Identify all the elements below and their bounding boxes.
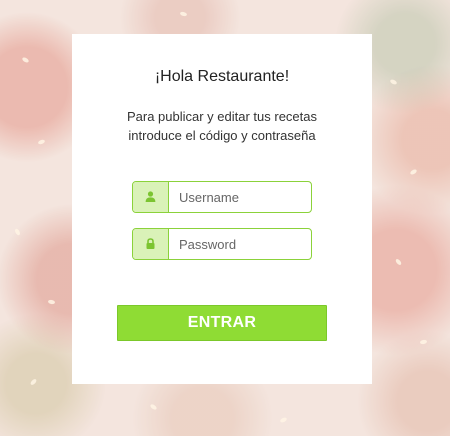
sesame-seed bbox=[47, 299, 56, 305]
sesame-seed bbox=[21, 56, 30, 64]
login-button[interactable]: ENTRAR bbox=[117, 305, 327, 341]
instructions-line: Para publicar y editar tus recetas bbox=[126, 109, 318, 124]
username-input[interactable] bbox=[169, 182, 309, 212]
sesame-seed bbox=[179, 11, 188, 17]
sesame-seed bbox=[419, 339, 428, 345]
sesame-seed bbox=[29, 378, 38, 386]
instructions-line: introduce el código y contraseña bbox=[128, 128, 316, 143]
instructions-text: Para publicar y editar tus recetas intro… bbox=[72, 107, 372, 145]
sesame-seed bbox=[37, 138, 46, 146]
sesame-seed bbox=[409, 168, 418, 176]
lock-icon bbox=[146, 238, 155, 249]
sesame-seed bbox=[389, 78, 398, 86]
password-input[interactable] bbox=[169, 229, 309, 259]
password-icon-box bbox=[133, 229, 169, 259]
password-field bbox=[132, 228, 312, 260]
sesame-seed bbox=[149, 403, 158, 411]
greeting-title: ¡Hola Restaurante! bbox=[154, 68, 290, 85]
username-field bbox=[132, 181, 312, 213]
user-icon bbox=[145, 191, 156, 202]
username-icon-box bbox=[133, 182, 169, 212]
sesame-seed bbox=[394, 258, 403, 266]
sesame-seed bbox=[14, 227, 21, 237]
login-card: ¡Hola Restaurante! Para publicar y edita… bbox=[72, 34, 372, 384]
sesame-seed bbox=[279, 416, 288, 424]
